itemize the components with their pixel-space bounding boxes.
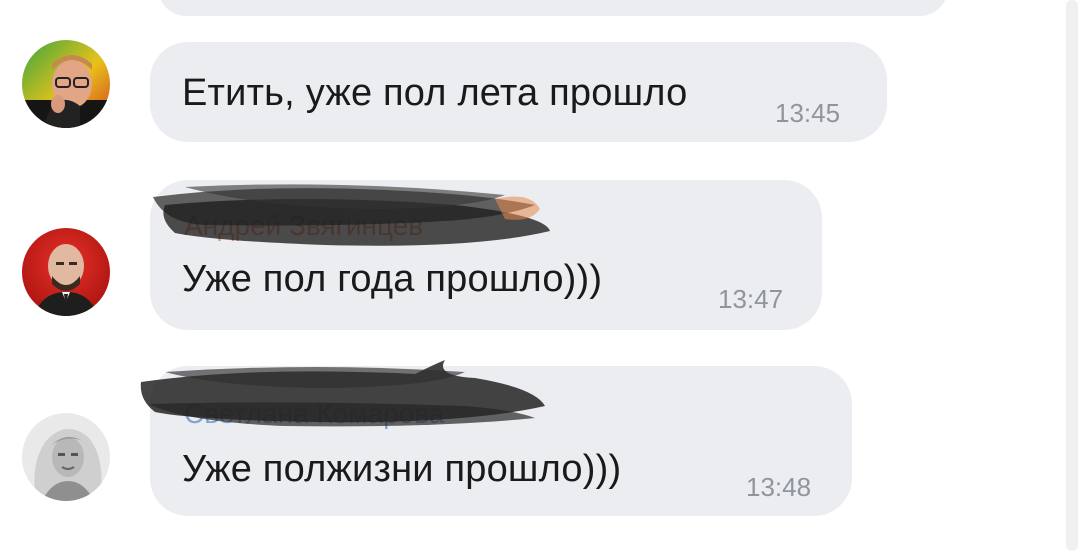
message-bubble[interactable]: Андрей Звягинцев Уже пол года прошло))) … (150, 180, 822, 330)
message-time: 13:45 (775, 98, 841, 128)
message-bubble[interactable]: Светлана Комарова Уже полжизни прошло)))… (150, 366, 852, 516)
avatar-woman-blonde-icon (22, 413, 110, 501)
message-text: Уже пол года прошло))) (182, 258, 603, 300)
avatar[interactable] (22, 40, 110, 128)
previous-message-bubble[interactable] (158, 0, 948, 16)
scrollbar-track[interactable] (1066, 0, 1080, 551)
avatar[interactable] (22, 228, 110, 316)
sender-name[interactable]: Светлана Комарова (184, 398, 444, 430)
message-text: Етить, уже пол лета прошло (182, 72, 688, 114)
message-text: Уже полжизни прошло))) (182, 448, 622, 490)
scrollbar-thumb[interactable] (1066, 0, 1078, 551)
sender-name[interactable]: Андрей Звягинцев (184, 210, 423, 242)
avatar-bald-man-icon (22, 228, 110, 316)
message-bubble[interactable]: Етить, уже пол лета прошло 13:45 (150, 42, 887, 142)
message-time: 13:47 (718, 284, 784, 314)
avatar[interactable] (22, 413, 110, 501)
message-time: 13:48 (746, 472, 812, 502)
avatar-man-glasses-icon (22, 40, 110, 128)
